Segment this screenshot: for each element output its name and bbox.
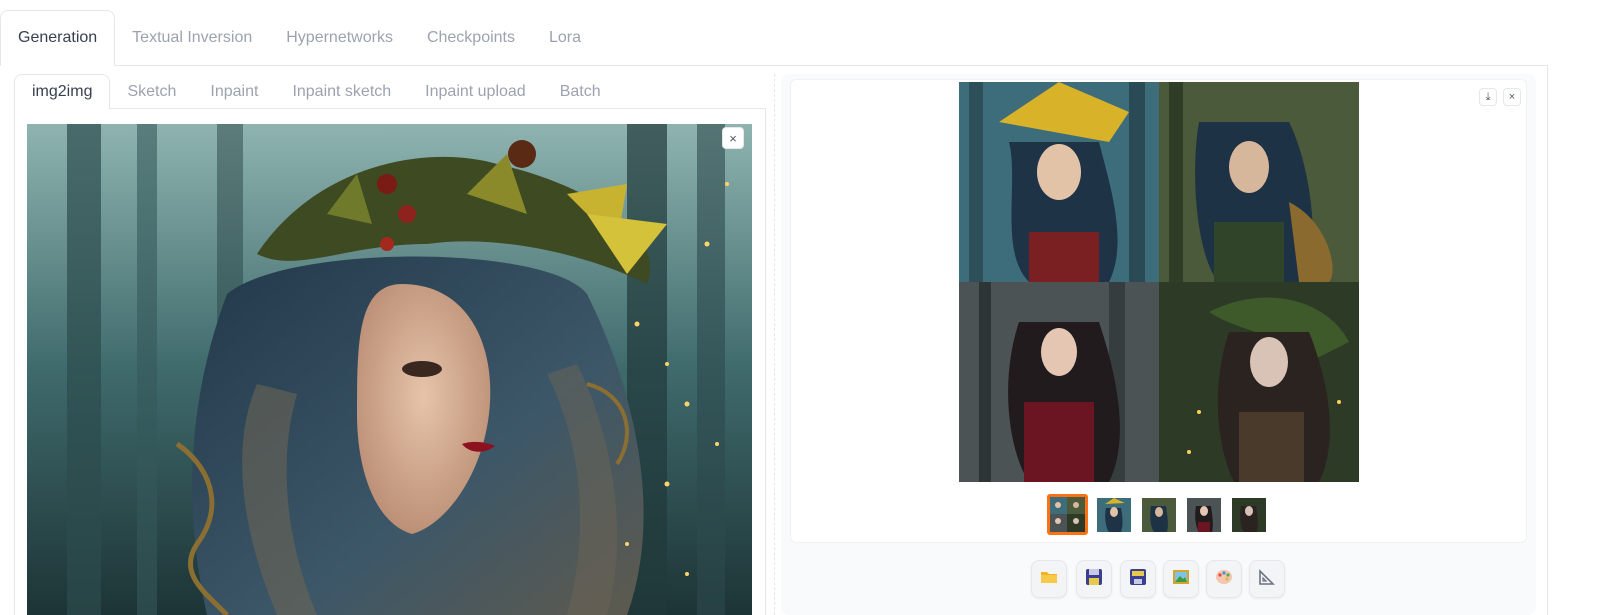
input-image-artwork: [27, 124, 752, 615]
top-tab-bar: Generation Textual Inversion Hypernetwor…: [0, 10, 1548, 66]
tab-inpaint[interactable]: Inpaint: [193, 74, 275, 109]
tab-generation[interactable]: Generation: [0, 10, 116, 66]
tab-checkpoints[interactable]: Checkpoints: [410, 10, 532, 65]
output-grid-image[interactable]: [959, 82, 1359, 482]
tab-hypernetworks[interactable]: Hypernetworks: [269, 10, 410, 65]
tab-img2img[interactable]: img2img: [14, 74, 111, 110]
save-icon: [1085, 568, 1103, 591]
gallery-thumbnail-1[interactable]: [1047, 494, 1088, 535]
output-grid-artwork: [959, 82, 1359, 482]
thumbnail-artwork: [1187, 498, 1221, 532]
panel-divider: [774, 74, 775, 615]
zip-icon: [1129, 568, 1147, 591]
thumbnail-artwork: [1232, 498, 1266, 532]
send-to-extras-icon: [1258, 568, 1276, 591]
send-to-img2img-icon: [1172, 568, 1190, 591]
thumbnail-grid-artwork: [1050, 497, 1085, 532]
send-to-img2img-button[interactable]: [1163, 560, 1199, 598]
send-to-inpaint-button[interactable]: [1206, 560, 1242, 598]
app-root: Generation Textual Inversion Hypernetwor…: [0, 0, 1600, 615]
close-gallery-button[interactable]: ×: [1503, 88, 1521, 106]
gallery-thumbnail-4[interactable]: [1187, 498, 1221, 532]
gallery-thumbnail-3[interactable]: [1142, 498, 1176, 532]
tab-batch[interactable]: Batch: [543, 74, 618, 109]
send-to-extras-button[interactable]: [1249, 560, 1285, 598]
folder-icon: [1040, 569, 1058, 590]
tab-sketch[interactable]: Sketch: [110, 74, 193, 109]
clear-image-button[interactable]: ×: [722, 127, 744, 149]
gallery-thumbnail-5[interactable]: [1232, 498, 1266, 532]
tab-inpaint-upload[interactable]: Inpaint upload: [408, 74, 543, 109]
download-button[interactable]: ⤓: [1479, 88, 1497, 106]
send-to-inpaint-icon: [1215, 568, 1233, 591]
zip-button[interactable]: [1120, 560, 1156, 598]
tab-textual-inversion[interactable]: Textual Inversion: [115, 10, 269, 65]
panel-border: [1547, 66, 1548, 615]
save-button[interactable]: [1076, 560, 1112, 598]
open-folder-button[interactable]: [1031, 560, 1067, 598]
tab-lora[interactable]: Lora: [532, 10, 598, 65]
gallery-thumbnail-2[interactable]: [1097, 498, 1131, 532]
thumbnail-artwork: [1142, 498, 1176, 532]
tab-inpaint-sketch[interactable]: Inpaint sketch: [275, 74, 408, 109]
input-image[interactable]: [27, 124, 752, 615]
img2img-mode-tabs: img2img Sketch Inpaint Inpaint sketch In…: [14, 74, 766, 110]
thumbnail-artwork: [1097, 498, 1131, 532]
